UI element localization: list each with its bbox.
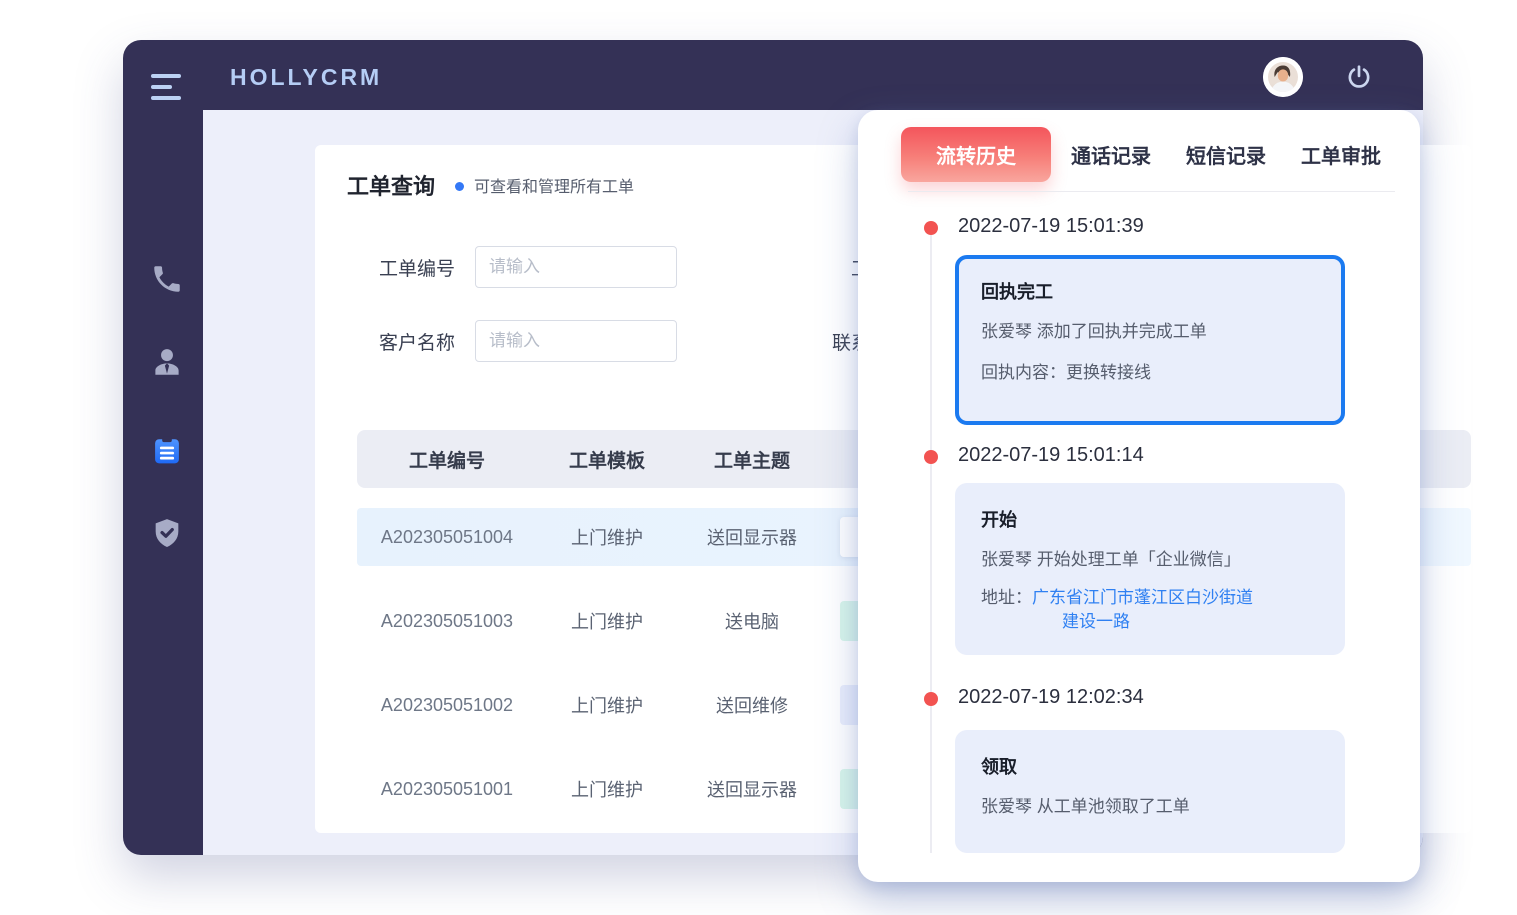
address-link[interactable]: 广东省江门市蓬江区白沙街道 建设一路 (1032, 586, 1253, 635)
tab-flow-history[interactable]: 流转历史 (901, 127, 1051, 182)
timeline-timestamp: 2022-07-19 15:01:14 (958, 444, 1144, 467)
tabs-divider (908, 191, 1395, 192)
page-title: 工单查询 (347, 169, 435, 201)
page-header: 工单查询 可查看和管理所有工单 (347, 169, 634, 201)
timeline-card-title: 回执完工 (981, 278, 1319, 304)
timeline-timestamp: 2022-07-19 15:01:39 (958, 215, 1144, 238)
person-icon (150, 345, 184, 379)
cell-template: 上门维护 (537, 692, 677, 718)
timeline-card-claim[interactable]: 领取 张爱琴 从工单池领取了工单 (955, 730, 1345, 853)
menu-icon[interactable] (151, 74, 183, 100)
address-label: 地址： (981, 586, 1032, 635)
customer-label: 客户名称 (347, 328, 455, 355)
order-no-label: 工单编号 (347, 254, 455, 281)
address-line: 广东省江门市蓬江区白沙街道 (1032, 588, 1253, 607)
timeline-card-line: 张爱琴 添加了回执并完成工单 (981, 320, 1319, 345)
panel-tabs: 流转历史 通话记录 短信记录 工单审批 (901, 127, 1416, 182)
cell-subject: 送电脑 (677, 608, 827, 634)
cell-template: 上门维护 (537, 524, 677, 550)
avatar[interactable] (1263, 57, 1303, 97)
cell-subject: 送回显示器 (677, 524, 827, 550)
cell-order-no: A202305051004 (357, 527, 537, 548)
timeline-line (930, 235, 932, 853)
timeline-card-start[interactable]: 开始 张爱琴 开始处理工单「企业微信」 地址： 广东省江门市蓬江区白沙街道 建设… (955, 483, 1345, 655)
sidebar-item-security[interactable] (150, 516, 184, 550)
clipboard-icon (150, 433, 184, 467)
tab-sms-records[interactable]: 短信记录 (1186, 140, 1266, 169)
cell-order-no: A202305051003 (357, 611, 537, 632)
col-header-subject: 工单主题 (677, 446, 827, 473)
cell-order-no: A202305051002 (357, 695, 537, 716)
page-subtitle: 可查看和管理所有工单 (474, 173, 634, 197)
page: HOLLYCRM (0, 0, 1517, 915)
title-dot-icon (455, 182, 464, 191)
address-line: 建设一路 (1032, 612, 1130, 631)
tab-approval[interactable]: 工单审批 (1301, 140, 1381, 169)
sidebar-item-customers[interactable] (150, 345, 184, 379)
sidebar-item-workorders[interactable] (150, 433, 184, 467)
sidebar-item-calls[interactable] (150, 262, 184, 296)
timeline-dot (924, 692, 938, 706)
power-icon[interactable] (1345, 63, 1373, 91)
cell-template: 上门维护 (537, 608, 677, 634)
timeline-card-line: 回执内容：更换转接线 (981, 361, 1319, 386)
user-photo-icon (1263, 57, 1303, 97)
timeline-dot (924, 450, 938, 464)
timeline-card-title: 领取 (981, 753, 1319, 779)
timeline-card-address: 地址： 广东省江门市蓬江区白沙街道 建设一路 (981, 586, 1319, 635)
timeline-card-completed[interactable]: 回执完工 张爱琴 添加了回执并完成工单 回执内容：更换转接线 (955, 255, 1345, 425)
workorder-detail-panel: 流转历史 通话记录 短信记录 工单审批 2022-07-19 15:01:39 … (858, 110, 1420, 882)
timeline-card-line: 张爱琴 从工单池领取了工单 (981, 795, 1319, 820)
phone-icon (150, 262, 184, 296)
col-header-order-no: 工单编号 (357, 446, 537, 473)
cell-subject: 送回显示器 (677, 776, 827, 802)
cell-order-no: A202305051001 (357, 779, 537, 800)
col-header-template: 工单模板 (537, 446, 677, 473)
order-no-input[interactable] (475, 246, 677, 288)
timeline-dot (924, 221, 938, 235)
app-logo: HOLLYCRM (230, 64, 382, 91)
timeline-card-line: 张爱琴 开始处理工单「企业微信」 (981, 548, 1319, 573)
shield-check-icon (150, 516, 184, 550)
cell-subject: 送回维修 (677, 692, 827, 718)
cell-template: 上门维护 (537, 776, 677, 802)
tab-call-records[interactable]: 通话记录 (1071, 140, 1151, 169)
timeline-timestamp: 2022-07-19 12:02:34 (958, 686, 1144, 709)
timeline-card-title: 开始 (981, 506, 1319, 532)
customer-input[interactable] (475, 320, 677, 362)
